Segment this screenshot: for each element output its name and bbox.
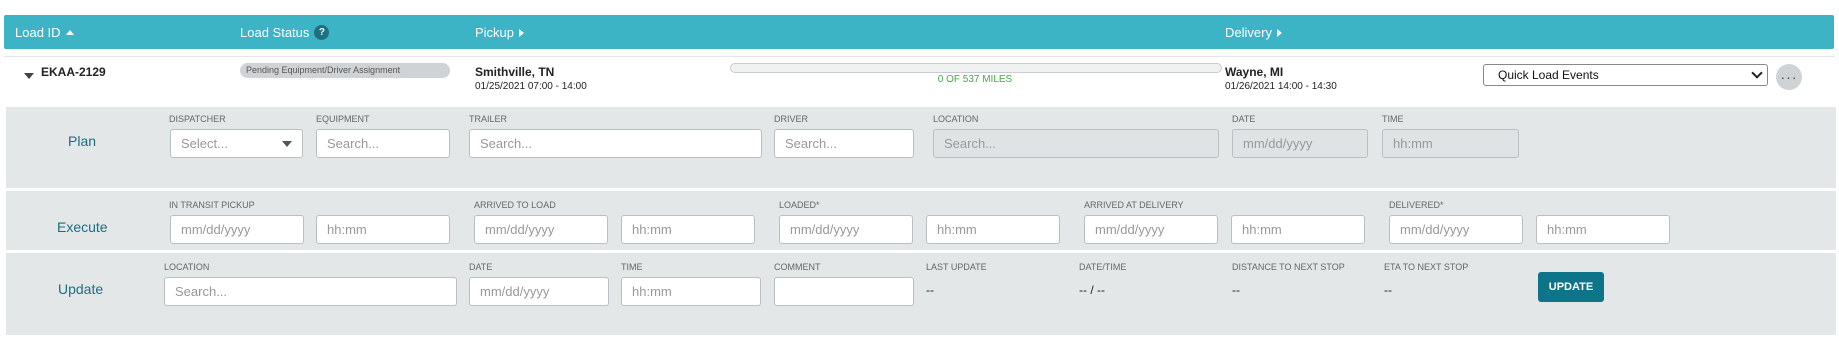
datetime-value: -- / -- <box>1079 283 1105 297</box>
chevron-down-icon <box>282 141 292 147</box>
mileage-progress-bar <box>730 63 1222 73</box>
pickup-column[interactable]: Pickup <box>475 25 525 40</box>
load-status-column: Load Status ? <box>240 25 330 40</box>
mileage-progress-text: 0 OF 537 MILES <box>937 74 1013 85</box>
update-time-placeholder: hh:mm <box>632 284 672 299</box>
arrived-delivery-label: ARRIVED AT DELIVERY <box>1084 200 1184 210</box>
update-time-input[interactable]: hh:mm <box>621 277 761 306</box>
equipment-placeholder: Search... <box>327 136 380 151</box>
delivery-time: 01/26/2021 14:00 - 14:30 <box>1225 81 1337 92</box>
update-location-input[interactable]: Search... <box>164 277 457 306</box>
load-status-header: Load Status <box>240 25 310 40</box>
delivered-date-placeholder: mm/dd/yyyy <box>1400 222 1470 237</box>
date-label: DATE <box>1232 114 1256 124</box>
update-button[interactable]: UPDATE <box>1538 272 1604 302</box>
load-id[interactable]: EKAA-2129 <box>41 65 106 79</box>
eta-value: -- <box>1384 283 1392 297</box>
driver-input[interactable]: Search... <box>774 129 914 158</box>
delivered-date-input[interactable]: mm/dd/yyyy <box>1389 215 1523 244</box>
plan-time-placeholder: hh:mm <box>1393 136 1433 151</box>
arrived-delivery-time-placeholder: hh:mm <box>1242 222 1282 237</box>
chevron-right-icon <box>519 28 525 37</box>
pickup-city: Smithville, TN <box>475 65 555 79</box>
arrived-load-date-input[interactable]: mm/dd/yyyy <box>474 215 608 244</box>
location-label: LOCATION <box>933 114 979 124</box>
distance-label: DISTANCE TO NEXT STOP <box>1232 262 1345 272</box>
quick-load-events-select[interactable]: Quick Load Events <box>1483 64 1768 86</box>
execute-title: Execute <box>57 219 108 235</box>
last-update-label: LAST UPDATE <box>926 262 987 272</box>
in-transit-time-input[interactable]: hh:mm <box>316 215 450 244</box>
eta-label: ETA TO NEXT STOP <box>1384 262 1469 272</box>
comment-input[interactable] <box>774 277 914 306</box>
time-label: TIME <box>1382 114 1404 124</box>
arrived-load-time-input[interactable]: hh:mm <box>621 215 755 244</box>
loaded-date-input[interactable]: mm/dd/yyyy <box>779 215 913 244</box>
chevron-down-icon <box>1751 67 1763 79</box>
expand-toggle-icon[interactable] <box>24 73 34 79</box>
trailer-input[interactable]: Search... <box>469 129 762 158</box>
arrived-delivery-time-input[interactable]: hh:mm <box>1231 215 1365 244</box>
dispatcher-placeholder: Select... <box>181 136 228 151</box>
trailer-label: TRAILER <box>469 114 508 124</box>
distance-value: -- <box>1232 283 1240 297</box>
update-title: Update <box>58 281 104 297</box>
arrived-load-date-placeholder: mm/dd/yyyy <box>485 222 555 237</box>
driver-label: DRIVER <box>774 114 809 124</box>
sort-ascending-icon <box>65 30 74 35</box>
plan-date-placeholder: mm/dd/yyyy <box>1243 136 1313 151</box>
more-options-button[interactable]: ··· <box>1776 64 1802 90</box>
chevron-right-icon <box>1276 28 1282 37</box>
update-location-placeholder: Search... <box>175 284 228 299</box>
dispatcher-select[interactable]: Select... <box>170 129 303 158</box>
comment-label: COMMENT <box>774 262 821 272</box>
loaded-time-placeholder: hh:mm <box>937 222 977 237</box>
update-date-placeholder: mm/dd/yyyy <box>480 284 550 299</box>
in-transit-time-placeholder: hh:mm <box>327 222 367 237</box>
in-transit-date-placeholder: mm/dd/yyyy <box>181 222 251 237</box>
quick-load-events-value: Quick Load Events <box>1498 68 1599 82</box>
delivered-time-input[interactable]: hh:mm <box>1536 215 1670 244</box>
update-time-label: TIME <box>621 262 643 272</box>
arrived-load-label: ARRIVED TO LOAD <box>474 200 556 210</box>
plan-location-input[interactable]: Search... <box>933 129 1219 158</box>
arrived-load-time-placeholder: hh:mm <box>632 222 672 237</box>
driver-placeholder: Search... <box>785 136 838 151</box>
update-location-label: LOCATION <box>164 262 210 272</box>
plan-time-input[interactable]: hh:mm <box>1382 129 1519 158</box>
delivered-time-placeholder: hh:mm <box>1547 222 1587 237</box>
pickup-header: Pickup <box>475 25 515 40</box>
in-transit-label: IN TRANSIT PICKUP <box>169 200 255 210</box>
loaded-time-input[interactable]: hh:mm <box>926 215 1060 244</box>
delivered-label: DELIVERED* <box>1389 200 1444 210</box>
delivery-header: Delivery <box>1225 25 1272 40</box>
equipment-input[interactable]: Search... <box>316 129 450 158</box>
sort-load-id[interactable]: Load ID <box>15 25 74 40</box>
delivery-city: Wayne, MI <box>1225 65 1284 79</box>
last-update-value: -- <box>926 283 934 297</box>
update-date-label: DATE <box>469 262 493 272</box>
pickup-time: 01/25/2021 07:00 - 14:00 <box>475 81 587 92</box>
loaded-date-placeholder: mm/dd/yyyy <box>790 222 860 237</box>
plan-date-input[interactable]: mm/dd/yyyy <box>1232 129 1368 158</box>
delivery-column[interactable]: Delivery <box>1225 25 1282 40</box>
dispatcher-label: DISPATCHER <box>169 114 226 124</box>
load-id-header: Load ID <box>15 25 61 40</box>
arrived-delivery-date-input[interactable]: mm/dd/yyyy <box>1084 215 1218 244</box>
plan-location-placeholder: Search... <box>944 136 997 151</box>
trailer-placeholder: Search... <box>480 136 533 151</box>
datetime-label: DATE/TIME <box>1079 262 1127 272</box>
loaded-label: LOADED* <box>779 200 820 210</box>
status-badge: Pending Equipment/Driver Assignment <box>240 63 450 78</box>
plan-title: Plan <box>68 133 97 149</box>
in-transit-date-input[interactable]: mm/dd/yyyy <box>170 215 304 244</box>
update-date-input[interactable]: mm/dd/yyyy <box>469 277 609 306</box>
table-header: Load ID Load Status ? Pickup Delivery <box>4 15 1834 49</box>
equipment-label: EQUIPMENT <box>316 114 370 124</box>
ellipsis-icon: ··· <box>1780 69 1798 85</box>
help-icon[interactable]: ? <box>314 25 330 40</box>
arrived-delivery-date-placeholder: mm/dd/yyyy <box>1095 222 1165 237</box>
